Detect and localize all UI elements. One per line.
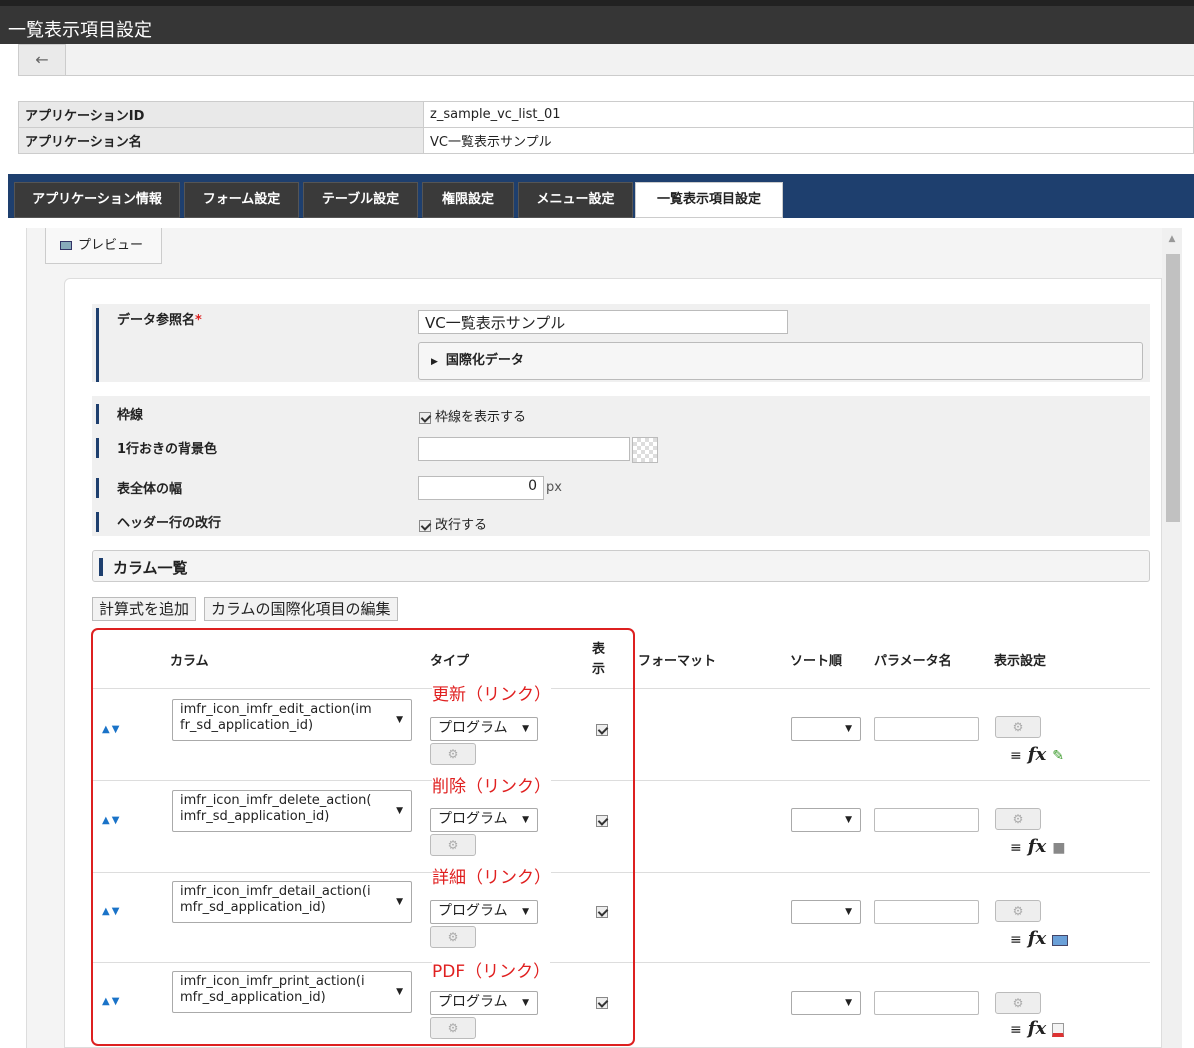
back-arrow-icon: ← [35, 50, 49, 69]
highlight-box [91, 628, 635, 1046]
border-label: 枠線 [96, 404, 143, 424]
caret-right-icon: ▶ [431, 357, 438, 367]
align-icon[interactable]: ≡ [1010, 840, 1022, 856]
color-picker-icon[interactable] [632, 437, 658, 463]
alt-bg-label: 1行おきの背景色 [96, 438, 217, 458]
trash-icon[interactable]: ■ [1052, 840, 1065, 856]
checkbox-checked-icon [419, 519, 431, 532]
app-name-label: アプリケーション名 [18, 127, 424, 154]
checkbox-checked-icon [419, 411, 431, 424]
sort-select[interactable]: ▼ [791, 900, 861, 924]
table-width-label: 表全体の幅 [96, 478, 182, 498]
section-title: カラム一覧 [113, 559, 188, 577]
fx-icon[interactable]: fx [1028, 744, 1046, 765]
tab-app-info[interactable]: アプリケーション情報 [14, 182, 180, 218]
app-window: 一覧表示項目設定 ← アプリケーションID z_sample_vc_list_0… [0, 0, 1194, 1048]
fx-icon[interactable]: fx [1028, 836, 1046, 857]
section-bar [99, 558, 103, 576]
app-id-value: z_sample_vc_list_01 [423, 101, 1194, 128]
tab-permission-settings[interactable]: 権限設定 [422, 182, 514, 218]
header-format: フォーマット [638, 654, 717, 669]
app-name-value: VC一覧表示サンプル [423, 127, 1194, 154]
data-ref-box: データ参照名* VC一覧表示サンプル ▶ 国際化データ [92, 304, 1150, 382]
fx-icon[interactable]: fx [1028, 928, 1046, 949]
edit-column-i18n-button[interactable]: カラムの国際化項目の編集 [204, 597, 398, 621]
align-icon[interactable]: ≡ [1010, 748, 1022, 764]
alt-bg-color-input[interactable] [418, 437, 630, 461]
header-param: パラメータ名 [874, 654, 952, 669]
gear-icon[interactable]: ⚙ [995, 900, 1041, 922]
settings-tab-bar: アプリケーション情報 フォーム設定 テーブル設定 権限設定 メニュー設定 一覧表… [8, 174, 1194, 218]
scrollbar-thumb[interactable] [1166, 254, 1180, 522]
tab-form-settings[interactable]: フォーム設定 [184, 182, 299, 218]
dropdown-arrow-icon: ▼ [845, 724, 852, 734]
i18n-label: 国際化データ [445, 353, 524, 368]
header-wrap-label: ヘッダー行の改行 [96, 512, 221, 532]
app-name-row: アプリケーション名 VC一覧表示サンプル [18, 127, 1194, 154]
param-input[interactable] [874, 900, 979, 924]
detail-icon[interactable] [1052, 934, 1069, 946]
dropdown-arrow-icon: ▼ [845, 907, 852, 917]
param-input[interactable] [874, 991, 979, 1015]
title-bar: 一覧表示項目設定 [0, 0, 1194, 44]
sort-select[interactable]: ▼ [791, 991, 861, 1015]
preview-tab-label: プレビュー [78, 238, 144, 253]
data-ref-input[interactable]: VC一覧表示サンプル [418, 310, 788, 334]
align-icon[interactable]: ≡ [1010, 1022, 1022, 1038]
tab-table-settings[interactable]: テーブル設定 [303, 182, 418, 218]
gear-icon[interactable]: ⚙ [995, 992, 1041, 1014]
header-display: 表示設定 [994, 654, 1047, 669]
table-options-box: 枠線 枠線を表示する 1行おきの背景色 表全体の幅 0 px ヘッダー行の改行 … [92, 396, 1150, 536]
back-button[interactable]: ← [18, 44, 66, 76]
app-id-label: アプリケーションID [18, 101, 424, 128]
table-width-input[interactable]: 0 [418, 476, 544, 500]
display-icons: ≡ fx ■ [1010, 836, 1065, 857]
i18n-toggle[interactable]: ▶ 国際化データ [418, 342, 1143, 380]
page-title: 一覧表示項目設定 [8, 20, 152, 41]
param-input[interactable] [874, 808, 979, 832]
display-icons: ≡ fx ✎ [1010, 744, 1064, 765]
column-list-section: カラム一覧 [92, 550, 1150, 582]
scroll-up-icon[interactable]: ▲ [1166, 234, 1178, 246]
tab-preview[interactable]: プレビュー [45, 228, 162, 264]
sort-select[interactable]: ▼ [791, 717, 861, 741]
toolbar: ← [18, 44, 1194, 76]
required-mark: * [195, 313, 202, 328]
add-formula-button[interactable]: 計算式を追加 [92, 597, 197, 621]
gear-icon[interactable]: ⚙ [995, 808, 1041, 830]
data-ref-label: データ参照名* [96, 308, 202, 382]
gear-icon[interactable]: ⚙ [995, 716, 1041, 738]
preview-icon [60, 241, 72, 250]
dropdown-arrow-icon: ▼ [845, 815, 852, 825]
fx-icon[interactable]: fx [1028, 1018, 1046, 1039]
app-info-table: アプリケーションID z_sample_vc_list_01 アプリケーション名… [18, 101, 1194, 154]
header-wrap-checkbox[interactable]: 改行する [419, 514, 487, 533]
print-icon[interactable] [1052, 1023, 1065, 1037]
param-input[interactable] [874, 717, 979, 741]
table-width-unit: px [546, 480, 562, 495]
app-id-row: アプリケーションID z_sample_vc_list_01 [18, 101, 1194, 128]
display-icons: ≡ fx [1010, 1018, 1065, 1039]
dropdown-arrow-icon: ▼ [845, 998, 852, 1008]
pencil-icon[interactable]: ✎ [1052, 748, 1064, 764]
tab-list-display-settings[interactable]: 一覧表示項目設定 [635, 182, 783, 218]
align-icon[interactable]: ≡ [1010, 932, 1022, 948]
sort-select[interactable]: ▼ [791, 808, 861, 832]
border-checkbox[interactable]: 枠線を表示する [419, 406, 526, 425]
display-icons: ≡ fx [1010, 928, 1069, 949]
tab-menu-settings[interactable]: メニュー設定 [518, 182, 633, 218]
header-sort: ソート順 [790, 654, 843, 669]
